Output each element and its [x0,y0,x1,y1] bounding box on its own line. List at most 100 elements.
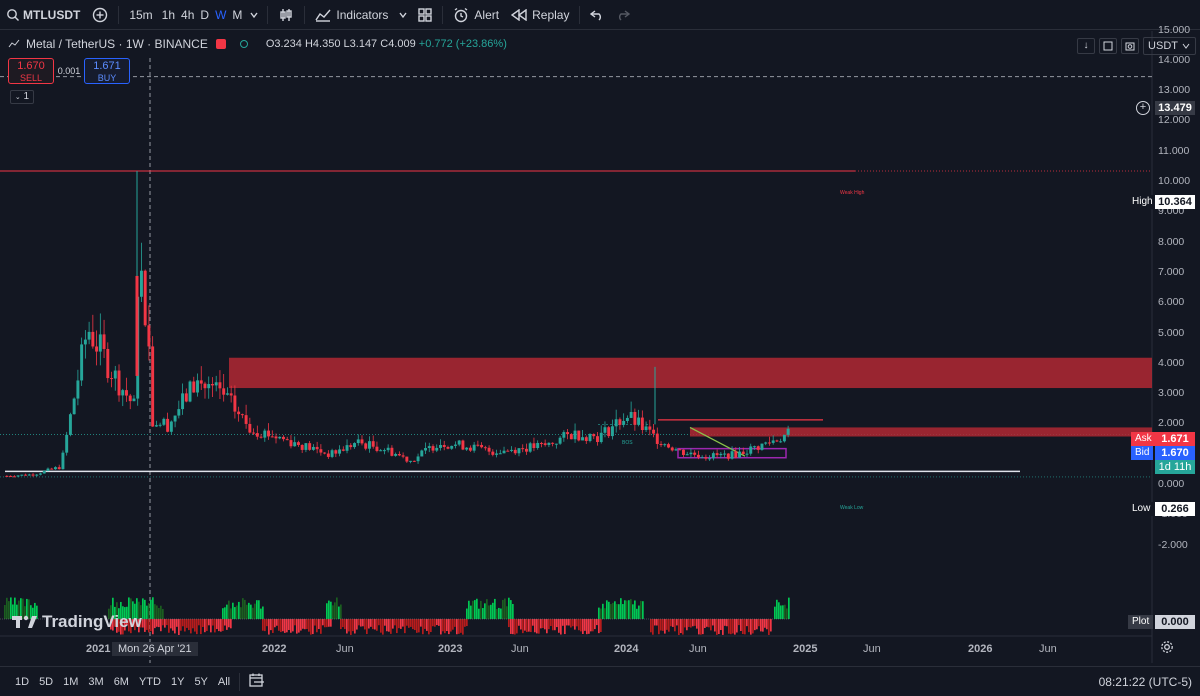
histogram-bar [234,607,236,619]
histogram-bar [774,606,776,619]
candle-body [394,453,398,456]
histogram-bar [760,619,762,632]
range-5y[interactable]: 5Y [189,676,212,688]
histogram-bar [238,601,240,619]
histogram-bar [294,619,296,626]
histogram-bar [418,619,420,633]
range-5d[interactable]: 5D [34,676,58,688]
scroll-down-button[interactable]: ↓ [1077,38,1096,54]
histogram-bar [344,619,346,630]
collapse-legend-icon[interactable] [8,39,20,49]
interval-1h[interactable]: 1h [159,0,178,30]
chevron-down-icon: ⌄ [14,94,21,101]
price-tick-label: 15.000 [1158,23,1191,36]
fullscreen-button[interactable] [1099,38,1118,54]
range-all[interactable]: All [213,676,235,688]
redo-icon [619,9,631,21]
candle-body [196,380,199,393]
candle-body [319,449,323,453]
candle-body [693,452,697,455]
range-1y[interactable]: 1Y [166,676,189,688]
sell-label: SELL [19,73,43,83]
candle-body [767,442,771,444]
histogram-bar [260,608,262,619]
candle-body [300,444,304,450]
candle-body [218,382,222,389]
candle-body [308,443,312,450]
add-alert-plus-icon[interactable]: + [1136,101,1150,115]
candle-body [771,440,775,443]
time-tick-label: 2021 [86,643,111,655]
settings-button[interactable] [1160,640,1174,657]
layouts-button[interactable] [412,0,438,30]
histogram-bar [448,619,450,635]
histogram-bar [216,619,218,630]
histogram-bar [502,599,504,619]
bar-countdown: 1d 11h [1155,460,1195,474]
redo-button[interactable] [610,0,636,30]
candle-body [188,381,192,402]
candle-body [760,443,764,450]
compare-button[interactable] [86,0,114,30]
interval-15m[interactable]: 15m [123,0,158,30]
alert-button[interactable]: Alert [447,0,505,30]
histogram-bar [392,619,394,629]
indicators-button[interactable]: Indicators [309,0,394,30]
histogram-bar [764,619,766,628]
range-6m[interactable]: 6M [109,676,134,688]
low-tag-label: Low [1128,502,1155,516]
histogram-bar [298,619,300,633]
chevron-down-icon [250,12,258,18]
histogram-bar [652,619,654,635]
range-3m[interactable]: 3M [83,676,108,688]
candle-body [715,453,719,456]
candle-body [681,449,685,455]
histogram-bar [570,619,572,628]
histogram-bar [4,605,6,619]
interval-4h[interactable]: 4h [178,0,197,30]
screenshot-button[interactable] [1121,38,1140,54]
histogram-bar [656,619,658,626]
buy-button[interactable]: 1.671 BUY [84,58,130,84]
indicators-dropdown[interactable] [394,0,412,30]
interval-dropdown[interactable] [245,0,263,30]
interval-w[interactable]: W [212,0,229,30]
range-1m[interactable]: 1M [58,676,83,688]
undo-button[interactable] [584,0,610,30]
interval-m[interactable]: M [229,0,245,30]
candle-body [696,454,700,458]
currency-select[interactable]: USDT [1143,37,1196,55]
chart-pane[interactable] [0,31,1200,663]
tradingview-logo[interactable]: TradingView [12,612,142,632]
histogram-bar [446,619,448,632]
price-chart[interactable] [0,31,1200,663]
histogram-bar [776,599,778,619]
range-ytd[interactable]: YTD [134,676,166,688]
histogram-bar [510,619,512,634]
crosshair-price-label: 13.479 [1155,101,1195,115]
histogram-bar [438,619,440,626]
candle-body [588,434,592,441]
candle-body [745,453,749,455]
symbol-search[interactable]: MTLUSDT [0,0,86,30]
histogram-bar [402,619,404,627]
histogram-bar [318,619,320,630]
interval-d[interactable]: D [197,0,212,30]
chart-type-button[interactable] [272,0,300,30]
histogram-bar [620,598,622,619]
histogram-bar [258,600,260,619]
date-range-button[interactable] [244,673,270,690]
candle-body [431,446,435,451]
range-1d[interactable]: 1D [10,676,34,688]
histogram-bar [432,619,434,627]
sell-button[interactable]: 1.670 SELL [8,58,54,84]
histogram-bar [314,619,316,626]
candle-body [584,437,588,441]
histogram-bar [714,619,716,632]
indicator-count-toggle[interactable]: ⌄ 1 [10,90,34,104]
clock-timezone[interactable]: 08:21:22 (UTC-5) [1099,675,1192,689]
histogram-bar [734,619,736,635]
histogram-bar [554,619,556,631]
replay-button[interactable]: Replay [505,0,575,30]
histogram-bar [454,619,456,627]
